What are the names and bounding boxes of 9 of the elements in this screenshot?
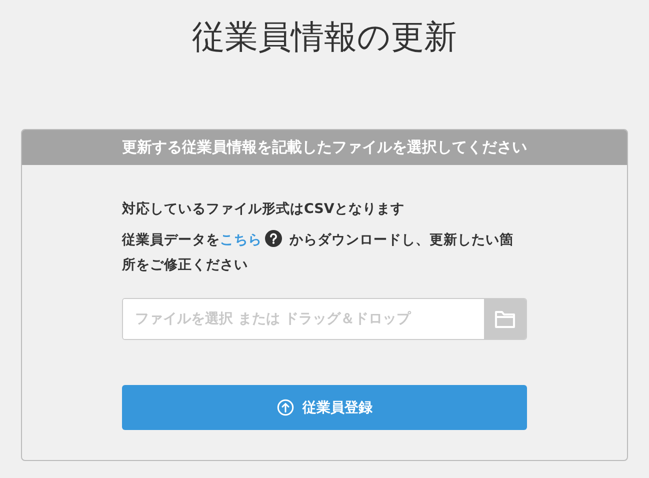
page-title: 従業員情報の更新 xyxy=(191,16,458,58)
instruction-text: 従業員データをこちら からダウンロードし、更新したい箇所をご修正ください xyxy=(122,229,515,275)
upload-icon xyxy=(276,399,294,416)
format-note: 対応しているファイル形式はCSVとなります xyxy=(122,200,406,219)
help-icon[interactable] xyxy=(265,230,282,247)
download-link[interactable]: こちら xyxy=(220,232,262,248)
register-employees-button[interactable]: 従業員登録 xyxy=(122,385,527,430)
card-header: 更新する従業員情報を記載したファイルを選択してください xyxy=(22,130,627,165)
folder-icon xyxy=(494,309,516,329)
